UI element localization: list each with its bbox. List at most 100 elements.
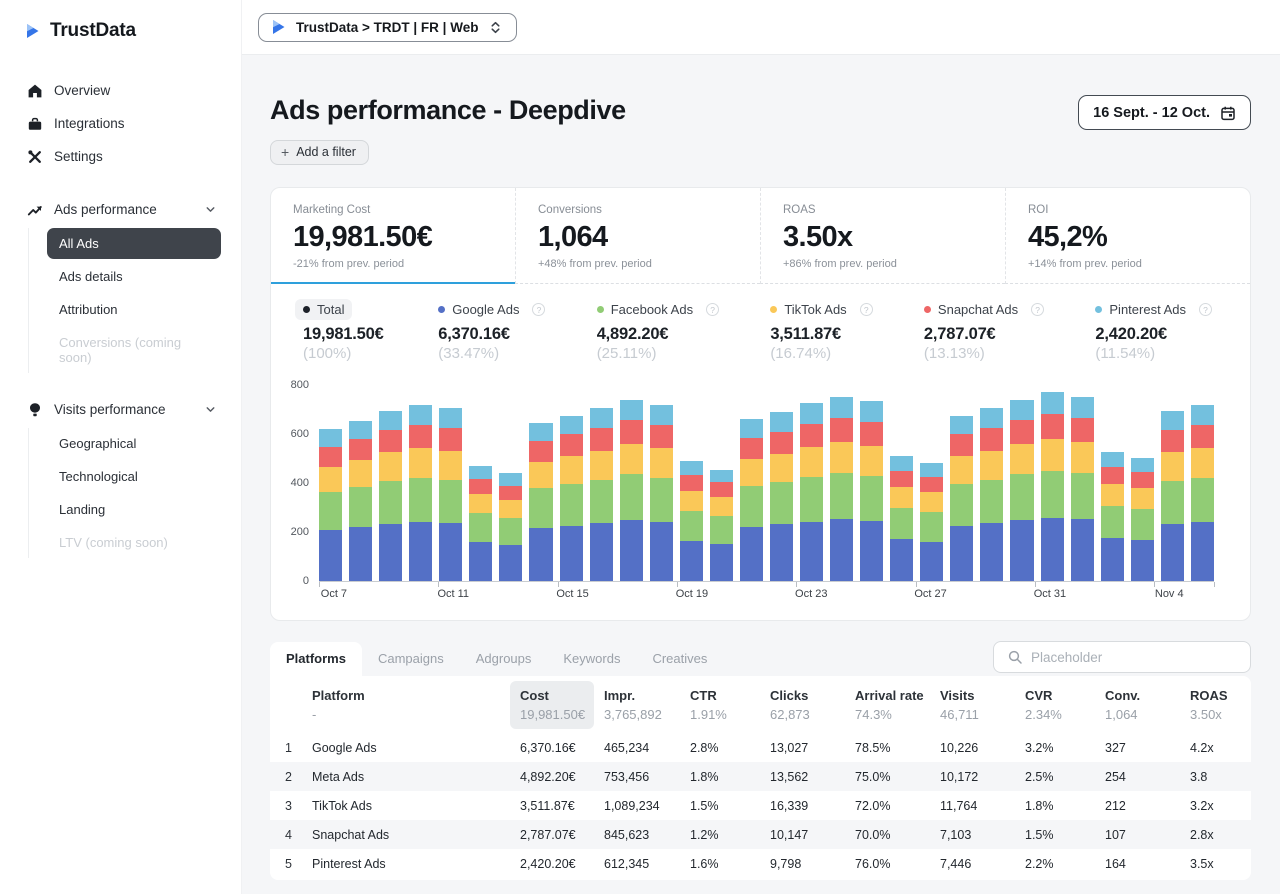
column-header-cost[interactable]: Cost19,981.50€ bbox=[510, 681, 594, 729]
column-header-clicks[interactable]: Clicks62,873 bbox=[770, 688, 855, 722]
brand-logo: TrustData bbox=[0, 20, 241, 42]
table-row-meta-ads[interactable]: 2Meta Ads4,892.20€753,4561.8%13,56275.0%… bbox=[270, 762, 1251, 791]
briefcase-icon bbox=[26, 115, 43, 132]
tab-platforms[interactable]: Platforms bbox=[270, 642, 362, 676]
sidebar-section-toggle-ads-performance[interactable]: Ads performance bbox=[0, 193, 241, 226]
bar-segment-tiktok-ads bbox=[319, 467, 342, 492]
table-row-pinterest-ads[interactable]: 5Pinterest Ads2,420.20€612,3451.6%9,7987… bbox=[270, 849, 1251, 878]
bar-segment-pinterest-ads bbox=[740, 419, 763, 438]
cell-arrival-rate: 76.0% bbox=[855, 857, 940, 871]
bar-segment-tiktok-ads bbox=[439, 451, 462, 480]
sidebar-section-toggle-visits-performance[interactable]: Visits performance bbox=[0, 393, 241, 426]
column-header-platform[interactable]: Platform- bbox=[312, 688, 520, 722]
column-header-visits[interactable]: Visits46,711 bbox=[940, 688, 1025, 722]
cell-cost: 6,370.16€ bbox=[520, 741, 604, 755]
column-header-arrival-rate[interactable]: Arrival rate74.3% bbox=[855, 688, 940, 722]
sidebar-item-conversions-coming-soon: Conversions (coming soon) bbox=[47, 327, 221, 373]
bar-segment-snapchat-ads bbox=[650, 425, 673, 448]
bar-oct-18 bbox=[650, 405, 673, 581]
y-tick-label: 600 bbox=[291, 428, 309, 440]
bar-segment-facebook-ads bbox=[770, 482, 793, 524]
tab-campaigns[interactable]: Campaigns bbox=[362, 642, 460, 676]
legend-item-google-ads[interactable]: Google Ads?6,370.16€(33.47%) bbox=[430, 299, 553, 362]
table-row-tiktok-ads[interactable]: 3TikTok Ads3,511.87€1,089,2341.5%16,3397… bbox=[270, 791, 1251, 820]
sidebar-item-attribution[interactable]: Attribution bbox=[47, 294, 221, 325]
bar-segment-snapchat-ads bbox=[319, 447, 342, 467]
bar-segment-facebook-ads bbox=[469, 513, 492, 542]
tab-keywords[interactable]: Keywords bbox=[547, 642, 636, 676]
info-icon[interactable]: ? bbox=[1031, 303, 1044, 316]
bar-segment-snapchat-ads bbox=[409, 425, 432, 448]
bar-segment-facebook-ads bbox=[830, 473, 853, 519]
tab-adgroups[interactable]: Adgroups bbox=[460, 642, 548, 676]
plus-icon: + bbox=[281, 145, 289, 159]
kpi-value: 3.50x bbox=[783, 221, 985, 254]
column-header-cvr[interactable]: CVR2.34% bbox=[1025, 688, 1105, 722]
bar-segment-facebook-ads bbox=[620, 474, 643, 520]
legend-value: 4,892.20€ bbox=[597, 325, 727, 344]
column-label: Platform bbox=[312, 688, 520, 703]
legend-item-pinterest-ads[interactable]: Pinterest Ads?2,420.20€(11.54%) bbox=[1087, 299, 1220, 362]
bar-oct-14 bbox=[529, 423, 552, 581]
kpi-label: Marketing Cost bbox=[293, 204, 495, 216]
search-input[interactable] bbox=[1031, 650, 1238, 665]
cell-clicks: 13,562 bbox=[770, 770, 855, 784]
bar-segment-google-ads bbox=[319, 530, 342, 581]
sidebar-item-overview[interactable]: Overview bbox=[0, 74, 241, 107]
column-total: 46,711 bbox=[940, 707, 1025, 722]
bar-segment-tiktok-ads bbox=[770, 454, 793, 482]
info-icon[interactable]: ? bbox=[1199, 303, 1212, 316]
sidebar-item-technological[interactable]: Technological bbox=[47, 461, 221, 492]
bar-nov-3 bbox=[1131, 458, 1154, 581]
info-icon[interactable]: ? bbox=[706, 303, 719, 316]
column-header-ctr[interactable]: CTR1.91% bbox=[690, 688, 770, 722]
kpi-marketing-cost[interactable]: Marketing Cost 19,981.50€ -21% from prev… bbox=[271, 188, 515, 284]
sidebar-item-settings[interactable]: Settings bbox=[0, 140, 241, 173]
column-label: Cost bbox=[520, 688, 594, 703]
legend-item-tiktok-ads[interactable]: TikTok Ads?3,511.87€(16.74%) bbox=[762, 299, 880, 362]
column-total: 1,064 bbox=[1105, 707, 1190, 722]
column-header-conv[interactable]: Conv.1,064 bbox=[1105, 688, 1190, 722]
cell-cvr: 2.2% bbox=[1025, 857, 1105, 871]
kpi-roas[interactable]: ROAS 3.50x +86% from prev. period bbox=[760, 188, 1005, 284]
column-header-roas[interactable]: ROAS3.50x bbox=[1190, 688, 1251, 722]
bar-segment-pinterest-ads bbox=[590, 408, 613, 428]
row-rank: 1 bbox=[270, 741, 312, 755]
bar-segment-snapchat-ads bbox=[469, 479, 492, 494]
bar-segment-facebook-ads bbox=[740, 486, 763, 527]
balloon-icon bbox=[26, 401, 43, 418]
date-range-picker[interactable]: 16 Sept. - 12 Oct. bbox=[1078, 95, 1251, 130]
sidebar-item-ads-details[interactable]: Ads details bbox=[47, 261, 221, 292]
kpi-conversions[interactable]: Conversions 1,064 +48% from prev. period bbox=[515, 188, 760, 284]
cell-ctr: 2.8% bbox=[690, 741, 770, 755]
sidebar-item-integrations[interactable]: Integrations bbox=[0, 107, 241, 140]
kpi-label: Conversions bbox=[538, 204, 740, 216]
kpi-label: ROAS bbox=[783, 204, 985, 216]
x-tick-label: Oct 27 bbox=[914, 588, 946, 600]
cell-platform: TikTok Ads bbox=[312, 799, 520, 813]
add-filter-button[interactable]: + Add a filter bbox=[270, 140, 369, 165]
sidebar-item-geographical[interactable]: Geographical bbox=[47, 428, 221, 459]
bar-segment-facebook-ads bbox=[1071, 473, 1094, 519]
kpi-roi[interactable]: ROI 45,2% +14% from prev. period bbox=[1005, 188, 1250, 284]
table-row-snapchat-ads[interactable]: 4Snapchat Ads2,787.07€845,6231.2%10,1477… bbox=[270, 820, 1251, 849]
cell-impr: 1,089,234 bbox=[604, 799, 690, 813]
column-header-impr[interactable]: Impr.3,765,892 bbox=[604, 688, 690, 722]
sidebar-item-all-ads[interactable]: All Ads bbox=[47, 228, 221, 259]
table-row-google-ads[interactable]: 1Google Ads6,370.16€465,2342.8%13,02778.… bbox=[270, 733, 1251, 762]
cell-arrival-rate: 70.0% bbox=[855, 828, 940, 842]
sidebar-item-landing[interactable]: Landing bbox=[47, 494, 221, 525]
bar-oct-25 bbox=[860, 401, 883, 581]
info-icon[interactable]: ? bbox=[860, 303, 873, 316]
bar-nov-2 bbox=[1101, 452, 1124, 581]
workspace-selector[interactable]: TrustData > TRDT | FR | Web bbox=[258, 13, 517, 42]
info-icon[interactable]: ? bbox=[532, 303, 545, 316]
legend-item-snapchat-ads[interactable]: Snapchat Ads?2,787.07€(13.13%) bbox=[916, 299, 1052, 362]
bar-segment-google-ads bbox=[620, 520, 643, 581]
legend-item-facebook-ads[interactable]: Facebook Ads?4,892.20€(25.11%) bbox=[589, 299, 727, 362]
column-total: 74.3% bbox=[855, 707, 940, 722]
legend-item-total[interactable]: Total19,981.50€(100%) bbox=[295, 299, 395, 362]
legend-name-row: Pinterest Ads? bbox=[1087, 299, 1220, 320]
table-search[interactable] bbox=[993, 641, 1251, 673]
tab-creatives[interactable]: Creatives bbox=[636, 642, 723, 676]
